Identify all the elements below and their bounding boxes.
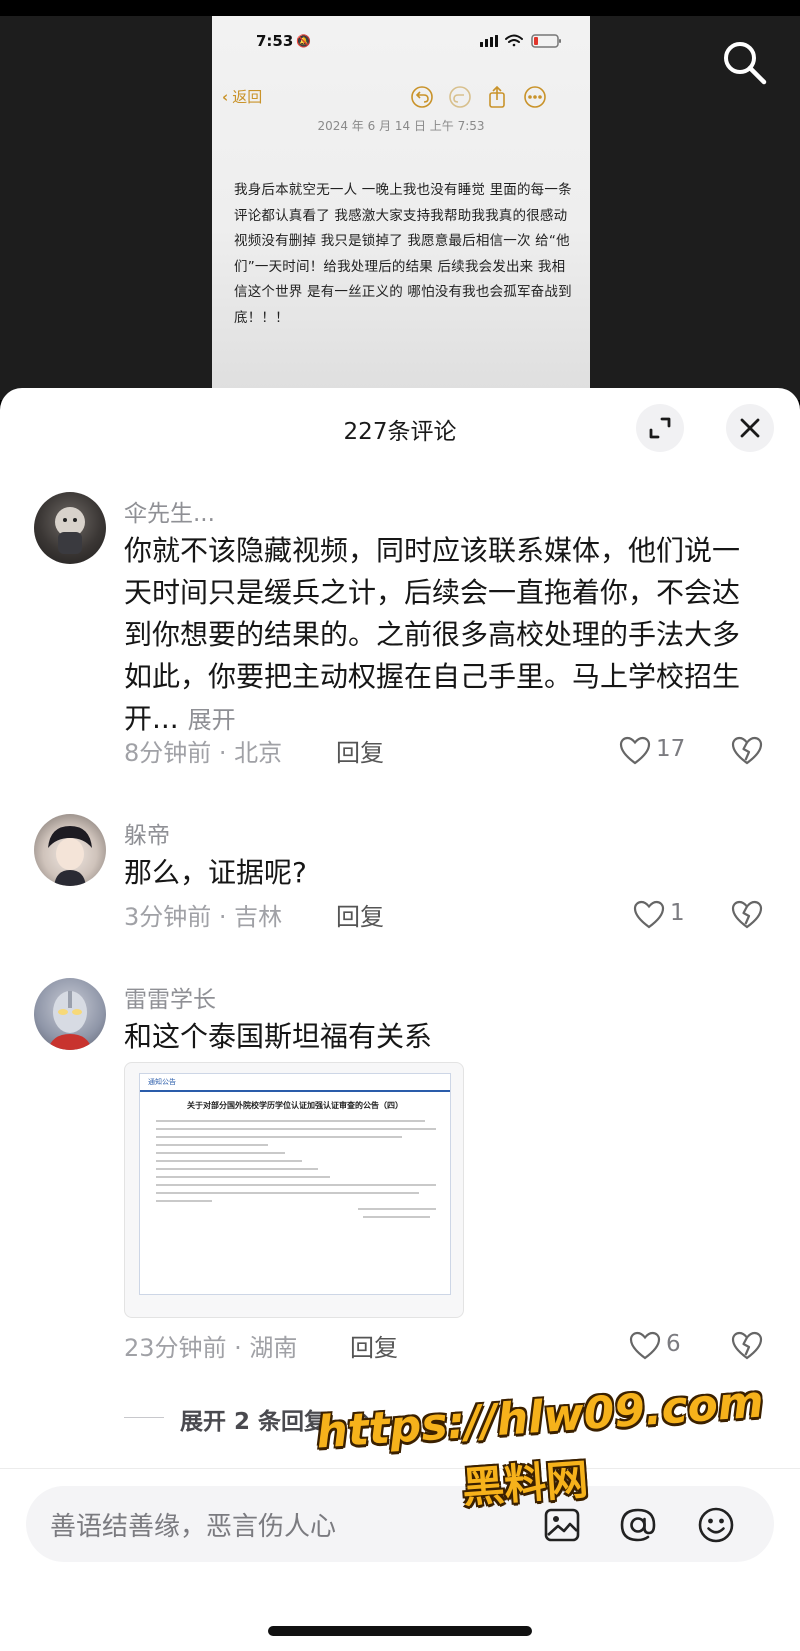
avatar-anime-character	[48, 826, 92, 886]
like-count: 1	[670, 900, 685, 926]
heart-icon	[629, 1331, 661, 1360]
reply-button[interactable]: 回复	[350, 1328, 398, 1363]
top-bar	[0, 0, 800, 16]
comment-text: 你就不该隐藏视频，同时应该联系媒体，他们说一天时间只是缓兵之计，后续会一直拖着你…	[124, 530, 764, 741]
announcement-document-image: 通知公告 关于对部分国外院校学历学位认证加强认证审查的公告（四）	[139, 1073, 451, 1295]
screen: 7:53 🔕 ‹ 返回 2024 年 6 月 14 日 上午 7:53 我身后本…	[0, 0, 800, 1651]
note-date: 2024 年 6 月 14 日 上午 7:53	[317, 119, 485, 133]
comment-username[interactable]: 躲帝	[124, 816, 170, 850]
signal-icon	[480, 35, 498, 47]
comment-username[interactable]: 雷雷学长	[124, 980, 216, 1014]
doc-header: 通知公告	[140, 1074, 450, 1092]
reply-button[interactable]: 回复	[336, 897, 384, 932]
dislike-button[interactable]	[730, 732, 768, 772]
broken-heart-icon	[731, 736, 763, 765]
comment-meta: 3分钟前 · 吉林	[124, 903, 283, 931]
close-icon	[740, 418, 760, 438]
avatar-hero-mask	[48, 991, 92, 1050]
video-frame-notes-screenshot: 7:53 🔕 ‹ 返回 2024 年 6 月 14 日 上午 7:53 我身后本…	[212, 16, 590, 400]
undo-icon	[411, 86, 433, 108]
note-back-link: ‹ 返回	[222, 86, 262, 107]
bell-muted-icon: 🔕	[296, 34, 311, 48]
home-indicator	[268, 1626, 532, 1636]
expand-sheet-button[interactable]	[636, 404, 684, 452]
close-sheet-button[interactable]	[726, 404, 774, 452]
comment-text: 那么，证据呢?	[124, 856, 307, 889]
chevron-left-icon: ‹	[222, 88, 229, 106]
more-options-icon	[524, 86, 546, 108]
like-button[interactable]: 6	[628, 1327, 700, 1367]
doc-title: 关于对部分国外院校学历学位认证加强认证审查的公告（四）	[187, 1101, 403, 1110]
expand-replies-label: 展开 2 条回复	[180, 1409, 328, 1435]
heart-icon	[619, 736, 651, 765]
reply-button[interactable]: 回复	[336, 733, 384, 768]
like-button[interactable]: 17	[618, 732, 690, 772]
search-icon	[724, 42, 767, 85]
note-body: 我身后本就空无一人 一晚上我也没有睡觉 里面的每一条评论都认真看了 我感激大家支…	[234, 182, 572, 326]
heart-icon	[633, 900, 665, 929]
comment-meta: 8分钟前 · 北京	[124, 739, 283, 767]
note-back-label: 返回	[232, 88, 263, 106]
search-button[interactable]	[718, 36, 770, 88]
share-icon	[489, 85, 505, 108]
video-player[interactable]: 7:53 🔕 ‹ 返回 2024 年 6 月 14 日 上午 7:53 我身后本…	[0, 0, 800, 400]
like-count: 6	[666, 1331, 681, 1357]
comment-text-body: 你就不该隐藏视频，同时应该联系媒体，他们说一天时间只是缓兵之计，后续会一直拖着你…	[124, 534, 741, 735]
like-count: 17	[656, 736, 686, 762]
phone-status-icons	[480, 34, 561, 48]
like-button[interactable]: 1	[632, 896, 704, 936]
broken-heart-icon	[731, 900, 763, 929]
dislike-button[interactable]	[730, 896, 768, 936]
avatar-cat-figure	[55, 507, 85, 554]
watermark-name: 黑料网	[460, 1454, 590, 1513]
doc-text-lines	[156, 1120, 436, 1224]
avatar[interactable]	[34, 814, 106, 886]
doc-tag: 通知公告	[148, 1078, 176, 1086]
dislike-button[interactable]	[730, 1327, 768, 1367]
broken-heart-icon	[731, 1331, 763, 1360]
battery-low-icon	[531, 34, 561, 48]
comment-username[interactable]: 伞先生...	[124, 494, 215, 528]
comment-meta: 23分钟前 · 湖南	[124, 1334, 298, 1362]
watermark-overlay: https://hlw09.com 黑料网	[315, 1376, 765, 1516]
phone-time: 7:53	[256, 32, 294, 50]
note-toolbar-icons	[411, 85, 546, 108]
comment-text: 和这个泰国斯坦福有关系	[124, 1020, 433, 1053]
comment-input[interactable]: 善语结善缘，恶言伤人心	[50, 1506, 336, 1543]
redo-icon	[449, 86, 471, 108]
divider	[124, 1417, 164, 1418]
avatar[interactable]	[34, 492, 106, 564]
wifi-icon	[505, 34, 523, 47]
avatar[interactable]	[34, 978, 106, 1050]
comment-image-attachment[interactable]: 通知公告 关于对部分国外院校学历学位认证加强认证审查的公告（四）	[124, 1062, 464, 1318]
expand-icon	[649, 417, 671, 439]
expand-comment-link[interactable]: 展开	[188, 706, 236, 734]
